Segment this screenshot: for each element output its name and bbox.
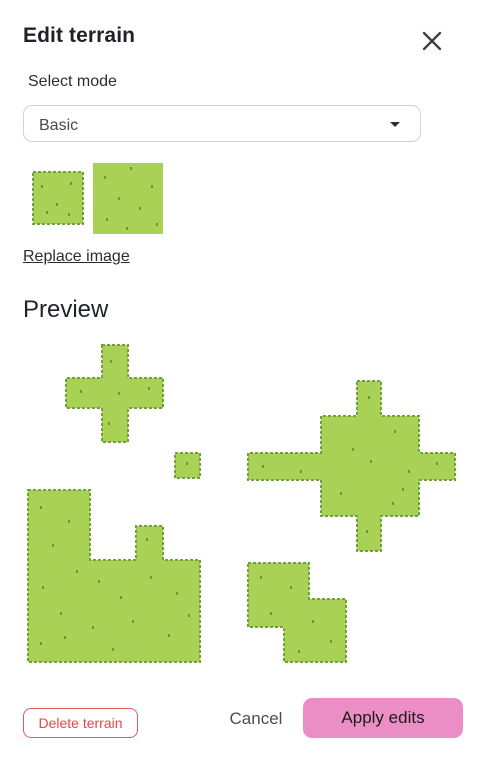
preview-heading: Preview [23, 296, 109, 323]
tile-fill [93, 163, 163, 234]
tileset-thumbnail [32, 163, 163, 234]
replace-image-link[interactable]: Replace image [23, 248, 130, 266]
terrain-cross-shape [247, 380, 456, 552]
delete-terrain-button[interactable]: Delete terrain [23, 708, 138, 738]
terrain-large-shape [27, 489, 201, 663]
select-mode-label: Select mode [28, 73, 117, 90]
caret-down-icon [390, 122, 400, 127]
apply-edits-button[interactable]: Apply edits [303, 698, 463, 738]
tile-single [32, 171, 84, 225]
mode-select[interactable]: Basic [23, 105, 421, 142]
close-icon[interactable] [418, 27, 446, 55]
panel-title: Edit terrain [23, 24, 136, 47]
cancel-button[interactable]: Cancel [222, 708, 290, 730]
terrain-small-tile [174, 452, 201, 479]
mode-select-value: Basic [39, 117, 79, 134]
terrain-preview [27, 344, 456, 663]
terrain-plus-shape [65, 344, 164, 443]
terrain-step-shape [247, 562, 347, 663]
